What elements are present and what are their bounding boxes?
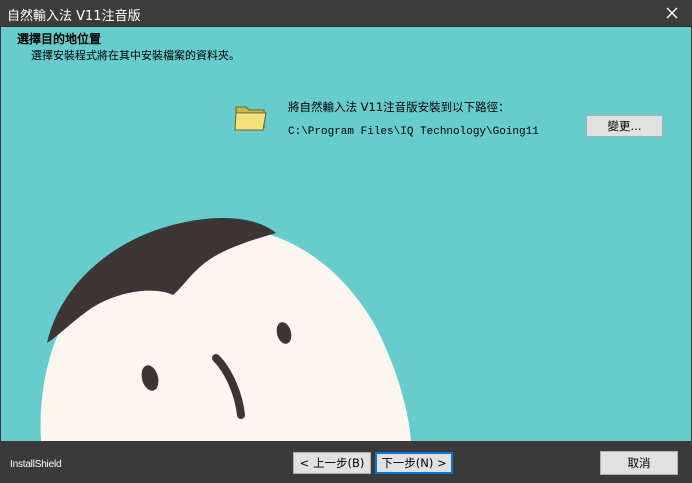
- next-button[interactable]: 下一步(N) >: [375, 452, 453, 474]
- destination-label: 將自然輸入法 V11注音版安裝到以下路徑：: [288, 100, 510, 114]
- page-title: 選擇目的地位置: [17, 32, 102, 46]
- close-icon: [666, 7, 678, 19]
- back-button[interactable]: < 上一步(B): [293, 452, 371, 474]
- installshield-brand: InstallShield: [10, 459, 62, 470]
- mascot-illustration: [40, 218, 411, 441]
- cancel-button[interactable]: 取消: [600, 451, 678, 475]
- installer-window: 自然輸入法 V11注音版 選擇目的地位置 選擇安裝程式將在其中安裝檔案的資料夾。: [0, 0, 692, 483]
- mascot-face: [40, 226, 411, 441]
- close-button[interactable]: [652, 0, 692, 26]
- change-button[interactable]: 變更...: [586, 115, 663, 137]
- destination-path: C:\Program Files\IQ Technology\Going11: [288, 126, 539, 138]
- folder-icon: [234, 106, 267, 131]
- footer-bar: InstallShield < 上一步(B) 下一步(N) > 取消: [0, 441, 692, 483]
- title-bar: 自然輸入法 V11注音版: [0, 0, 692, 27]
- page-subtitle: 選擇安裝程式將在其中安裝檔案的資料夾。: [31, 49, 240, 62]
- window-title: 自然輸入法 V11注音版: [7, 9, 141, 24]
- content-panel: 選擇目的地位置 選擇安裝程式將在其中安裝檔案的資料夾。 將自然輸入法 V11注音…: [1, 27, 691, 441]
